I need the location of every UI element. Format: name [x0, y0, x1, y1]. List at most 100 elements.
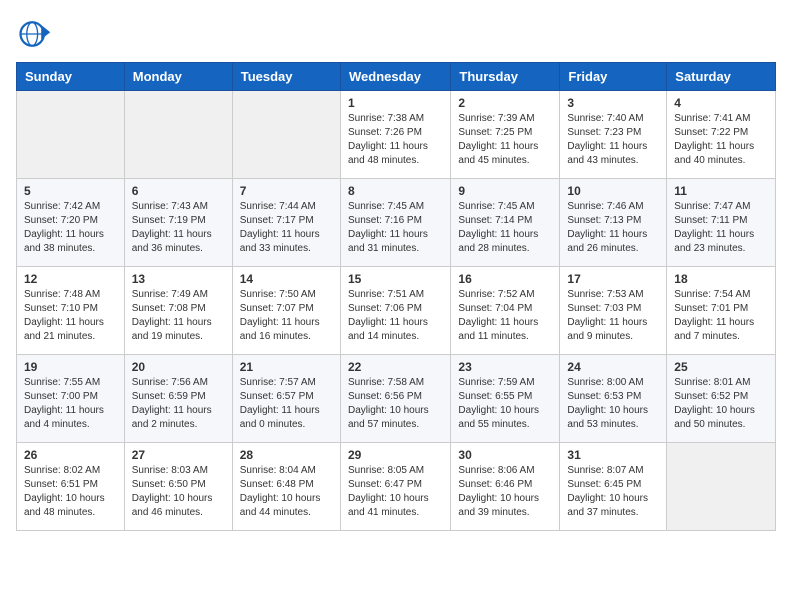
calendar-week-row: 1 Sunrise: 7:38 AMSunset: 7:26 PMDaylight… — [17, 91, 776, 179]
day-info: Sunrise: 8:07 AMSunset: 6:45 PMDaylight:… — [567, 464, 659, 520]
day-info: Sunrise: 8:00 AMSunset: 6:53 PMDaylight:… — [567, 376, 659, 432]
calendar-cell: 4Sunrise: 7:41 AMSunset: 7:22 PMDaylight… — [667, 91, 776, 179]
calendar-cell: 21 Sunrise: 7:57 AMSunset: 6:57 PMDayligh… — [232, 355, 340, 443]
day-number: 24 — [567, 360, 659, 374]
day-number: 30 — [458, 448, 552, 462]
day-info: Sunrise: 8:03 AMSunset: 6:50 PMDaylight:… — [132, 464, 225, 520]
day-number: 11 — [674, 184, 768, 198]
day-number: 23 — [458, 360, 552, 374]
day-info: Sunrise: 7:58 AMSunset: 6:56 PMDaylight:… — [348, 376, 443, 432]
day-info: Sunrise: 7:56 AMSunset: 6:59 PMDaylight:… — [132, 376, 225, 432]
day-number: 5 — [24, 184, 117, 198]
day-number: 17 — [567, 272, 659, 286]
day-number: 13 — [132, 272, 225, 286]
calendar-cell: 31 Sunrise: 8:07 AMSunset: 6:45 PMDayligh… — [560, 443, 667, 531]
day-number: 6 — [132, 184, 225, 198]
day-info: Sunrise: 7:46 AMSunset: 7:13 PMDaylight:… — [567, 200, 659, 256]
day-number: 31 — [567, 448, 659, 462]
day-number: 20 — [132, 360, 225, 374]
calendar-week-row: 19Sunrise: 7:55 AMSunset: 7:00 PMDayligh… — [17, 355, 776, 443]
calendar-cell: 11Sunrise: 7:47 AMSunset: 7:11 PMDayligh… — [667, 179, 776, 267]
calendar-week-row: 12Sunrise: 7:48 AMSunset: 7:10 PMDayligh… — [17, 267, 776, 355]
calendar-cell: 10 Sunrise: 7:46 AMSunset: 7:13 PMDayligh… — [560, 179, 667, 267]
calendar-cell: 28 Sunrise: 8:04 AMSunset: 6:48 PMDayligh… — [232, 443, 340, 531]
calendar-cell: 18Sunrise: 7:54 AMSunset: 7:01 PMDayligh… — [667, 267, 776, 355]
day-number: 3 — [567, 96, 659, 110]
calendar-cell: 8 Sunrise: 7:45 AMSunset: 7:16 PMDaylight… — [340, 179, 450, 267]
calendar-cell: 14Sunrise: 7:50 AMSunset: 7:07 PMDayligh… — [232, 267, 340, 355]
col-friday: Friday — [560, 63, 667, 91]
day-info: Sunrise: 7:49 AMSunset: 7:08 PMDaylight:… — [132, 288, 225, 344]
calendar-cell — [232, 91, 340, 179]
calendar-week-row: 5 Sunrise: 7:42 AMSunset: 7:20 PMDaylight… — [17, 179, 776, 267]
day-number: 28 — [240, 448, 333, 462]
day-info: Sunrise: 8:02 AMSunset: 6:51 PMDaylight:… — [24, 464, 117, 520]
day-info: Sunrise: 8:06 AMSunset: 6:46 PMDaylight:… — [458, 464, 552, 520]
day-info: Sunrise: 7:45 AMSunset: 7:14 PMDaylight:… — [458, 200, 552, 256]
day-info: Sunrise: 7:41 AMSunset: 7:22 PMDaylight:… — [674, 112, 768, 168]
calendar-table: Sunday Monday Tuesday Wednesday Thursday… — [16, 62, 776, 531]
day-number: 15 — [348, 272, 443, 286]
day-number: 29 — [348, 448, 443, 462]
day-info: Sunrise: 7:57 AMSunset: 6:57 PMDaylight:… — [240, 376, 333, 432]
calendar-cell: 12Sunrise: 7:48 AMSunset: 7:10 PMDayligh… — [17, 267, 125, 355]
calendar-cell: 2Sunrise: 7:39 AMSunset: 7:25 PMDaylight… — [451, 91, 560, 179]
calendar-cell: 7 Sunrise: 7:44 AMSunset: 7:17 PMDaylight… — [232, 179, 340, 267]
day-info: Sunrise: 7:45 AMSunset: 7:16 PMDaylight:… — [348, 200, 443, 256]
day-info: Sunrise: 8:04 AMSunset: 6:48 PMDaylight:… — [240, 464, 333, 520]
calendar-cell: 15 Sunrise: 7:51 AMSunset: 7:06 PMDayligh… — [340, 267, 450, 355]
day-info: Sunrise: 7:52 AMSunset: 7:04 PMDaylight:… — [458, 288, 552, 344]
calendar-cell: 20 Sunrise: 7:56 AMSunset: 6:59 PMDayligh… — [124, 355, 232, 443]
col-wednesday: Wednesday — [340, 63, 450, 91]
col-sunday: Sunday — [17, 63, 125, 91]
day-number: 25 — [674, 360, 768, 374]
day-info: Sunrise: 7:50 AMSunset: 7:07 PMDaylight:… — [240, 288, 333, 344]
day-number: 21 — [240, 360, 333, 374]
calendar-cell: 17 Sunrise: 7:53 AMSunset: 7:03 PMDayligh… — [560, 267, 667, 355]
day-info: Sunrise: 7:38 AMSunset: 7:26 PMDaylight:… — [348, 112, 443, 168]
day-info: Sunrise: 7:44 AMSunset: 7:17 PMDaylight:… — [240, 200, 333, 256]
day-info: Sunrise: 7:53 AMSunset: 7:03 PMDaylight:… — [567, 288, 659, 344]
calendar-cell: 26 Sunrise: 8:02 AMSunset: 6:51 PMDayligh… — [17, 443, 125, 531]
calendar-cell: 1 Sunrise: 7:38 AMSunset: 7:26 PMDaylight… — [340, 91, 450, 179]
calendar-cell: 9 Sunrise: 7:45 AMSunset: 7:14 PMDaylight… — [451, 179, 560, 267]
day-number: 9 — [458, 184, 552, 198]
calendar-cell: 22 Sunrise: 7:58 AMSunset: 6:56 PMDayligh… — [340, 355, 450, 443]
day-info: Sunrise: 7:42 AMSunset: 7:20 PMDaylight:… — [24, 200, 117, 256]
logo-icon — [16, 16, 52, 52]
calendar-cell: 16 Sunrise: 7:52 AMSunset: 7:04 PMDayligh… — [451, 267, 560, 355]
calendar-cell: 25 Sunrise: 8:01 AMSunset: 6:52 PMDayligh… — [667, 355, 776, 443]
calendar-cell: 30 Sunrise: 8:06 AMSunset: 6:46 PMDayligh… — [451, 443, 560, 531]
day-number: 16 — [458, 272, 552, 286]
calendar-cell — [17, 91, 125, 179]
calendar-cell: 19Sunrise: 7:55 AMSunset: 7:00 PMDayligh… — [17, 355, 125, 443]
day-info: Sunrise: 7:59 AMSunset: 6:55 PMDaylight:… — [458, 376, 552, 432]
day-number: 22 — [348, 360, 443, 374]
calendar-cell — [124, 91, 232, 179]
day-info: Sunrise: 7:39 AMSunset: 7:25 PMDaylight:… — [458, 112, 552, 168]
day-number: 12 — [24, 272, 117, 286]
day-info: Sunrise: 7:40 AMSunset: 7:23 PMDaylight:… — [567, 112, 659, 168]
calendar-cell: 27 Sunrise: 8:03 AMSunset: 6:50 PMDayligh… — [124, 443, 232, 531]
day-info: Sunrise: 8:01 AMSunset: 6:52 PMDaylight:… — [674, 376, 768, 432]
day-number: 1 — [348, 96, 443, 110]
col-monday: Monday — [124, 63, 232, 91]
day-info: Sunrise: 7:51 AMSunset: 7:06 PMDaylight:… — [348, 288, 443, 344]
day-number: 8 — [348, 184, 443, 198]
calendar-cell: 3 Sunrise: 7:40 AMSunset: 7:23 PMDaylight… — [560, 91, 667, 179]
calendar-cell: 5 Sunrise: 7:42 AMSunset: 7:20 PMDaylight… — [17, 179, 125, 267]
day-number: 18 — [674, 272, 768, 286]
calendar-cell — [667, 443, 776, 531]
day-number: 27 — [132, 448, 225, 462]
col-tuesday: Tuesday — [232, 63, 340, 91]
calendar-cell: 6Sunrise: 7:43 AMSunset: 7:19 PMDaylight… — [124, 179, 232, 267]
day-number: 10 — [567, 184, 659, 198]
col-saturday: Saturday — [667, 63, 776, 91]
col-thursday: Thursday — [451, 63, 560, 91]
day-number: 7 — [240, 184, 333, 198]
day-number: 26 — [24, 448, 117, 462]
page-header — [16, 16, 776, 52]
day-info: Sunrise: 7:55 AMSunset: 7:00 PMDaylight:… — [24, 376, 117, 432]
calendar-header-row: Sunday Monday Tuesday Wednesday Thursday… — [17, 63, 776, 91]
calendar-cell: 23 Sunrise: 7:59 AMSunset: 6:55 PMDayligh… — [451, 355, 560, 443]
